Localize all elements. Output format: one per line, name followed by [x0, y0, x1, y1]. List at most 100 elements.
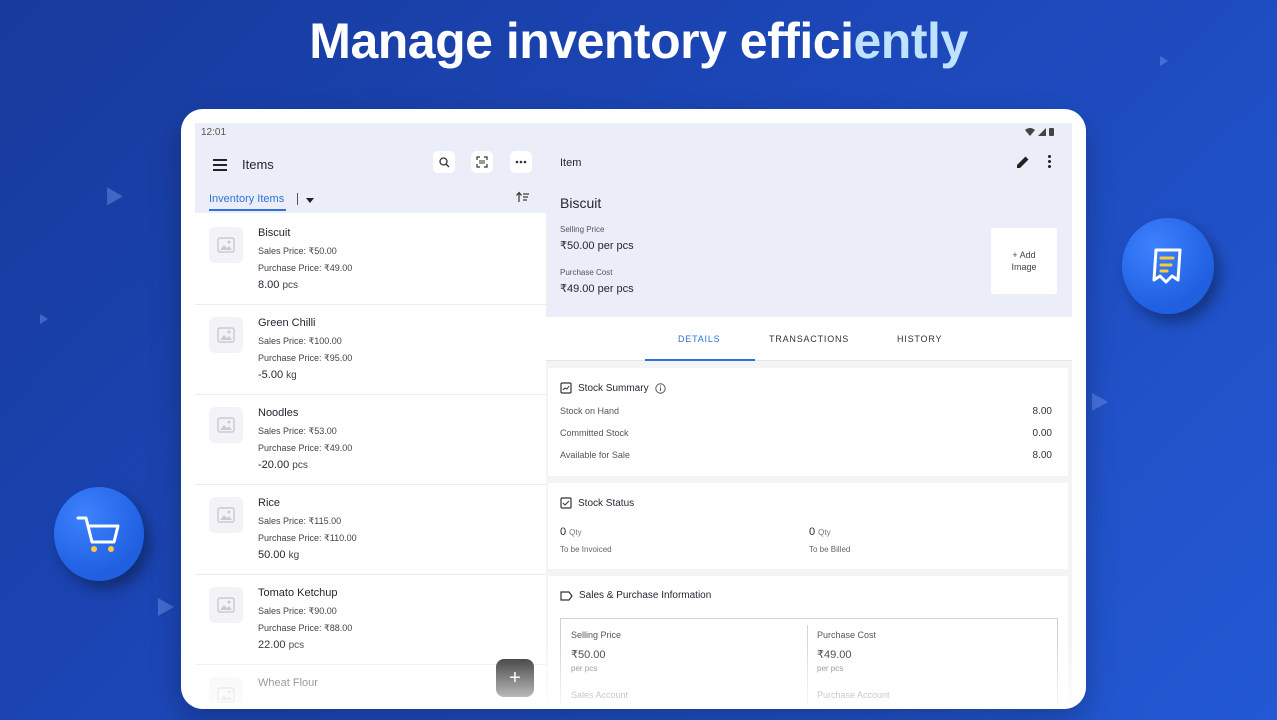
item-sales-price: Sales Price: ₹50.00: [258, 246, 337, 256]
item-quantity: 22.00 pcs: [258, 639, 304, 651]
decor-triangle: [40, 314, 48, 324]
sales-purchase-title: Sales & Purchase Information: [560, 590, 711, 601]
list-item[interactable]: Wheat Flour: [195, 665, 546, 703]
item-qty-value: -20.00: [258, 459, 290, 471]
item-purchase-price: Purchase Price: ₹88.00: [258, 623, 353, 633]
item-sales-price: Sales Price: ₹115.00: [258, 516, 342, 526]
box-selling-price-value: ₹50.00: [571, 649, 606, 661]
stock-status-title-text: Stock Status: [578, 497, 635, 509]
item-purchase-price: Purchase Price: ₹49.00: [258, 443, 353, 453]
stock-status-icon: [560, 497, 572, 509]
purchase-cost-value: ₹49.00 per pcs: [560, 283, 634, 295]
wifi-icon: [1025, 127, 1035, 136]
stock-summary-title-text: Stock Summary: [578, 382, 649, 394]
stock-status-card: Stock Status 0 Qty To be Invoiced 0 Qty To…: [548, 483, 1068, 569]
barcode-scan-button[interactable]: [471, 151, 493, 173]
committed-stock-label: Committed Stock: [560, 428, 629, 438]
item-name-heading: Biscuit: [560, 195, 602, 211]
tab-details[interactable]: DETAILS: [678, 334, 720, 344]
to-be-invoiced-unit: Qty: [569, 528, 582, 537]
to-be-billed-qty: 0 Qty: [809, 526, 831, 538]
tab-active-indicator: [645, 359, 755, 361]
tablet-frame: 12:01 Items Inventory Items Biscuit Sale…: [181, 109, 1086, 709]
hero-title-main: Manage inventory effici: [309, 13, 854, 69]
to-be-billed-unit: Qty: [818, 528, 831, 537]
list-item[interactable]: Green Chilli Sales Price: ₹100.00 Purcha…: [195, 305, 546, 395]
sales-purchase-card: Sales & Purchase Information Selling Pri…: [548, 576, 1068, 703]
list-item[interactable]: Tomato Ketchup Sales Price: ₹90.00 Purch…: [195, 575, 546, 665]
add-image-line2: Image: [1011, 262, 1037, 272]
image-placeholder-icon: [217, 507, 235, 523]
tab-history[interactable]: HISTORY: [897, 334, 942, 344]
search-button[interactable]: [433, 151, 455, 173]
item-sales-price: Sales Price: ₹100.00: [258, 336, 342, 346]
cart-icon: [76, 516, 120, 552]
box-purchase-cost-value: ₹49.00: [817, 649, 852, 661]
item-thumbnail: [209, 677, 243, 703]
items-header: Items Inventory Items: [195, 143, 546, 213]
item-qty-value: 22.00: [258, 639, 286, 651]
item-qty-value: -5.00: [258, 369, 284, 381]
item-purchase-price: Purchase Price: ₹110.00: [258, 533, 357, 543]
purchase-cost-label: Purchase Cost: [560, 268, 613, 277]
stock-summary-icon: [560, 382, 572, 394]
tab-inventory-items[interactable]: Inventory Items: [209, 193, 284, 205]
item-name: Tomato Ketchup: [258, 587, 338, 599]
to-be-billed-number: 0: [809, 526, 816, 538]
to-be-invoiced-qty: 0 Qty: [560, 526, 582, 538]
sort-icon[interactable]: [516, 191, 530, 206]
list-item[interactable]: Biscuit Sales Price: ₹50.00 Purchase Pri…: [195, 215, 546, 305]
receipt-bubble: [1122, 218, 1214, 314]
tag-icon: [560, 590, 573, 601]
list-item[interactable]: Rice Sales Price: ₹115.00 Purchase Price…: [195, 485, 546, 575]
item-qty-unit: pcs: [288, 640, 305, 651]
item-thumbnail: [209, 407, 243, 443]
hamburger-menu-icon[interactable]: [213, 159, 227, 171]
sales-purchase-box: Selling Price ₹50.00 per pcs Sales Accou…: [560, 618, 1058, 703]
item-qty-unit: pcs: [282, 280, 299, 291]
info-icon[interactable]: [654, 382, 666, 394]
items-pane: Items Inventory Items Biscuit Sales Pric…: [195, 143, 546, 703]
available-for-sale-label: Available for Sale: [560, 450, 630, 460]
item-qty-unit: kg: [286, 370, 297, 381]
item-purchase-price: Purchase Price: ₹49.00: [258, 263, 353, 273]
add-image-line1: + Add: [1012, 250, 1036, 260]
add-image-button[interactable]: + Add Image: [991, 228, 1057, 294]
add-item-button[interactable]: +: [496, 659, 534, 697]
item-detail-pane: Item Biscuit Selling Price ₹50.00 per pc…: [546, 143, 1072, 703]
filter-dropdown-caret-icon[interactable]: [306, 198, 314, 203]
available-for-sale-value: 8.00: [1032, 450, 1052, 461]
image-placeholder-icon: [217, 237, 235, 253]
list-item[interactable]: Noodles Sales Price: ₹53.00 Purchase Pri…: [195, 395, 546, 485]
stock-on-hand-value: 8.00: [1032, 406, 1052, 417]
stock-summary-card: Stock Summary Stock on Hand 8.00 Committ…: [548, 368, 1068, 476]
status-icons: [1025, 127, 1054, 136]
more-options-button[interactable]: [510, 151, 532, 173]
signal-icon: [1038, 127, 1046, 136]
image-placeholder-icon: [217, 687, 235, 703]
item-qty-value: 8.00: [258, 279, 280, 291]
box-purchase-cost-unit: per pcs: [817, 664, 844, 673]
more-vertical-icon[interactable]: [1048, 155, 1052, 170]
receipt-icon: [1152, 248, 1182, 284]
item-thumbnail: [209, 497, 243, 533]
committed-stock-value: 0.00: [1032, 428, 1052, 439]
cart-bubble: [54, 487, 144, 581]
tab-divider: [297, 193, 298, 205]
image-placeholder-icon: [217, 417, 235, 433]
tab-transactions[interactable]: TRANSACTIONS: [769, 334, 849, 344]
sales-account-label: Sales Account: [571, 690, 629, 700]
decor-triangle: [158, 598, 174, 616]
item-sales-price: Sales Price: ₹53.00: [258, 426, 337, 436]
stock-status-title: Stock Status: [560, 497, 634, 509]
item-list: Biscuit Sales Price: ₹50.00 Purchase Pri…: [195, 215, 546, 703]
decor-triangle: [1092, 393, 1108, 411]
item-name: Biscuit: [258, 227, 291, 239]
item-name: Rice: [258, 497, 281, 509]
to-be-invoiced-number: 0: [560, 526, 567, 538]
status-bar: 12:01: [195, 123, 1072, 143]
image-placeholder-icon: [217, 327, 235, 343]
detail-tabs: DETAILS TRANSACTIONS HISTORY: [546, 317, 1072, 361]
edit-pencil-icon[interactable]: [1016, 155, 1030, 174]
item-quantity: 8.00 pcs: [258, 279, 298, 291]
